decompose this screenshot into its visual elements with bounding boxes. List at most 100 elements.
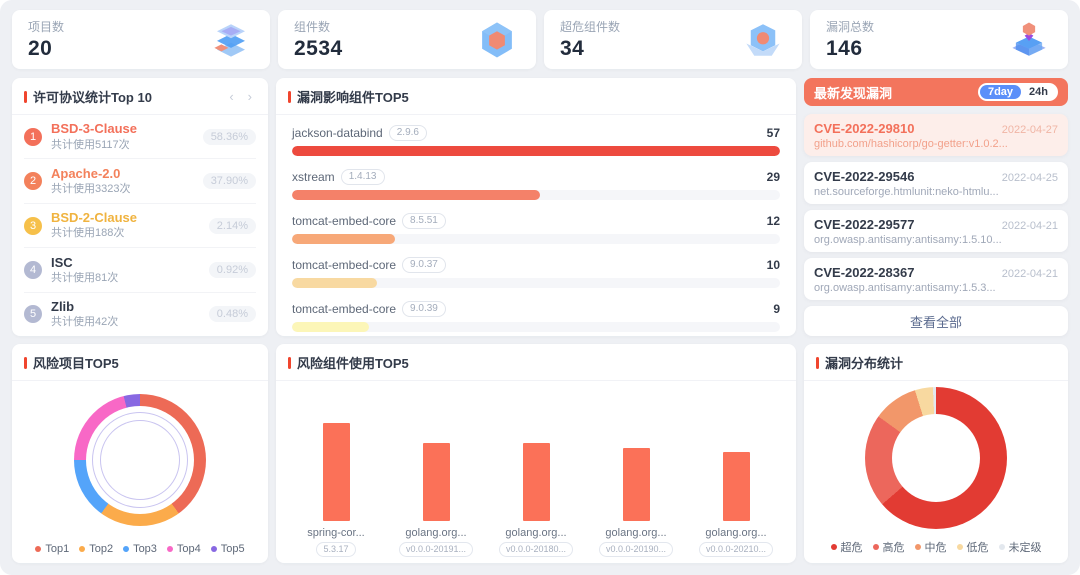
stats-row: 项目数 20 组件数 2534 超危组件数 34 漏洞总数 146 xyxy=(12,10,1068,68)
bar-value: 29 xyxy=(767,170,780,184)
legend-item: 高危 xyxy=(873,539,905,555)
component-name: golang.org... xyxy=(505,527,566,539)
vbar-column: golang.org... v0.0.0-20191... xyxy=(388,389,484,557)
bar-track xyxy=(292,146,780,156)
version-badge: 9.0.37 xyxy=(402,257,446,273)
vuln-components-header: 漏洞影响组件TOP5 xyxy=(276,78,796,115)
legend-dot-icon xyxy=(999,544,1005,550)
version-badge: 8.5.51 xyxy=(402,213,446,229)
component-name: tomcat-embed-core xyxy=(292,258,396,272)
vuln-distribution-panel: 漏洞分布统计 超危 高危 中危 低危 未定级 xyxy=(804,344,1068,563)
prev-page-icon[interactable]: ‹ xyxy=(225,90,237,103)
license-usage: 共计使用5117次 xyxy=(51,138,194,152)
title-accent-bar xyxy=(24,357,27,369)
stat-label: 漏洞总数 xyxy=(826,18,874,35)
risk-component-usage-panel: 风险组件使用TOP5 spring-cor... 5.3.17 golang.o… xyxy=(276,344,796,563)
risk-usage-title: 风险组件使用TOP5 xyxy=(297,353,409,372)
component-name: tomcat-embed-core xyxy=(292,214,396,228)
legend-dot-icon xyxy=(831,544,837,550)
legend-label: Top3 xyxy=(133,543,157,555)
cve-line: CVE-2022-29810 2022-04-27 xyxy=(814,121,1058,136)
risk-usage-header: 风险组件使用TOP5 xyxy=(276,344,796,381)
toggle-24h[interactable]: 24h xyxy=(1021,85,1056,99)
bar-fill xyxy=(292,278,377,288)
stat-label: 超危组件数 xyxy=(560,18,620,35)
view-all-button[interactable]: 查看全部 xyxy=(804,306,1068,336)
cve-list-item[interactable]: CVE-2022-29546 2022-04-25 net.sourceforg… xyxy=(804,162,1068,204)
hbar-row: tomcat-embed-core 8.5.51 12 xyxy=(292,213,780,244)
license-percent-badge: 0.48% xyxy=(209,306,256,322)
vuln-components-bar-chart: jackson-databind 2.9.6 57 xstream 1.4.13… xyxy=(276,115,796,336)
security-dashboard: 项目数 20 组件数 2534 超危组件数 34 漏洞总数 146 xyxy=(0,0,1080,575)
license-stats-panel: 许可协议统计Top 10 ‹ › 1 BSD-3-Clause 共计使用5117… xyxy=(12,78,268,336)
license-info: BSD-2-Clause 共计使用188次 xyxy=(51,210,200,241)
license-percent-badge: 58.36% xyxy=(203,129,256,145)
vuln-distribution-chart xyxy=(804,381,1068,535)
risk-projects-header: 风险项目TOP5 xyxy=(12,344,268,381)
risk-projects-panel: 风险项目TOP5 Top1 Top2 Top3 Top4 Top5 xyxy=(12,344,268,563)
hbar-row: xstream 1.4.13 29 xyxy=(292,169,780,200)
bar-fill xyxy=(292,146,780,156)
cve-date: 2022-04-27 xyxy=(1002,124,1058,136)
license-name: Apache-2.0 xyxy=(51,166,194,182)
latest-vulns-title: 最新发现漏洞 xyxy=(814,83,892,102)
stat-value: 34 xyxy=(560,37,620,61)
stat-card: 超危组件数 34 xyxy=(544,10,802,69)
license-name: BSD-2-Clause xyxy=(51,210,200,226)
legend-item: Top1 xyxy=(35,543,69,555)
stat-card: 漏洞总数 146 xyxy=(810,10,1068,69)
component-name: tomcat-embed-core xyxy=(292,302,396,316)
legend-dot-icon xyxy=(167,546,173,552)
version-badge: v0.0.0-20190... xyxy=(599,542,673,557)
bar-value: 57 xyxy=(767,126,780,140)
bar-value: 10 xyxy=(767,258,780,272)
rank-badge: 4 xyxy=(24,261,42,279)
cve-id: CVE-2022-29546 xyxy=(814,169,914,184)
cve-date: 2022-04-25 xyxy=(1002,172,1058,184)
next-page-icon[interactable]: › xyxy=(244,90,256,103)
rank-badge: 1 xyxy=(24,128,42,146)
bar-track xyxy=(292,278,780,288)
legend-label: Top5 xyxy=(221,543,245,555)
cve-list-item[interactable]: CVE-2022-28367 2022-04-21 org.owasp.anti… xyxy=(804,258,1068,300)
vulnerability-stack-icon xyxy=(1008,19,1050,61)
license-info: BSD-3-Clause 共计使用5117次 xyxy=(51,121,194,152)
version-badge: v0.0.0-20210... xyxy=(699,542,773,557)
license-usage: 共计使用3323次 xyxy=(51,182,194,196)
risk-projects-title: 风险项目TOP5 xyxy=(33,353,119,372)
bar-fill xyxy=(292,322,369,332)
bar-fill xyxy=(292,190,540,200)
legend-label: Top2 xyxy=(89,543,113,555)
legend-item: Top2 xyxy=(79,543,113,555)
vuln-affected-components-panel: 漏洞影响组件TOP5 jackson-databind 2.9.6 57 xst… xyxy=(276,78,796,336)
hbar-label-line: tomcat-embed-core 9.0.37 10 xyxy=(292,257,780,273)
component-name: golang.org... xyxy=(405,527,466,539)
legend-label: 低危 xyxy=(967,539,989,555)
legend-label: 超危 xyxy=(841,539,863,555)
donut-inner-circle xyxy=(100,420,180,500)
legend-dot-icon xyxy=(35,546,41,552)
legend-dot-icon xyxy=(79,546,85,552)
version-badge: 2.9.6 xyxy=(389,125,427,141)
bar xyxy=(723,452,750,521)
rank-badge: 3 xyxy=(24,217,42,235)
legend-dot-icon xyxy=(211,546,217,552)
cve-list-item[interactable]: CVE-2022-29577 2022-04-21 org.owasp.anti… xyxy=(804,210,1068,252)
version-badge: 5.3.17 xyxy=(316,542,355,557)
donut-hole xyxy=(892,414,980,502)
cve-list: CVE-2022-29810 2022-04-27 github.com/has… xyxy=(804,114,1068,300)
license-percent-badge: 37.90% xyxy=(203,173,256,189)
vbar-column: spring-cor... 5.3.17 xyxy=(288,389,384,557)
bar xyxy=(423,443,450,521)
license-info: Apache-2.0 共计使用3323次 xyxy=(51,166,194,197)
bar-fill xyxy=(292,234,395,244)
cve-id: CVE-2022-29577 xyxy=(814,217,914,232)
cve-package: github.com/hashicorp/go-getter:v1.0.2... xyxy=(814,138,1058,150)
rank-badge: 2 xyxy=(24,172,42,190)
hbar-row: tomcat-embed-core 9.0.39 9 xyxy=(292,301,780,332)
license-list-item: 1 BSD-3-Clause 共计使用5117次 58.36% xyxy=(24,115,256,158)
toggle-7day[interactable]: 7day xyxy=(980,85,1021,99)
license-name: BSD-3-Clause xyxy=(51,121,194,137)
cve-list-item[interactable]: CVE-2022-29810 2022-04-27 github.com/has… xyxy=(804,114,1068,156)
cve-line: CVE-2022-29577 2022-04-21 xyxy=(814,217,1058,232)
